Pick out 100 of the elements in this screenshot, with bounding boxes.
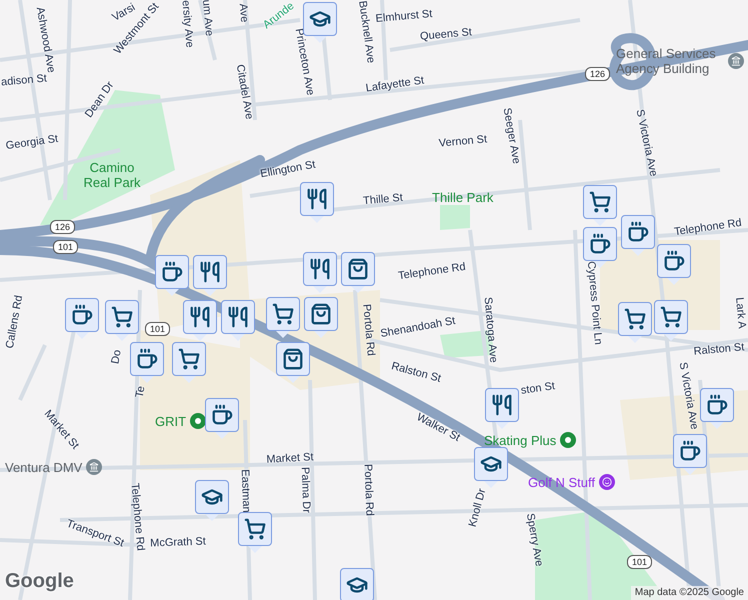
park-area xyxy=(440,205,470,230)
map-marker[interactable] xyxy=(700,388,734,429)
street-label: Ashwood Ave xyxy=(34,6,56,74)
street-label: ersity Ave xyxy=(179,0,195,48)
street-label: ston St xyxy=(520,381,556,397)
map-logo: Google xyxy=(5,569,74,594)
street-label: Do xyxy=(110,349,124,365)
map-marker[interactable] xyxy=(654,300,688,341)
map-marker[interactable] xyxy=(304,297,338,338)
map-marker[interactable] xyxy=(172,342,206,383)
restaurant-icon xyxy=(227,306,249,328)
cafe-icon xyxy=(589,233,611,255)
landmark-icon xyxy=(86,459,102,475)
street-label: Knoll Dr xyxy=(468,488,488,528)
shopping-icon xyxy=(310,303,332,325)
cafe-icon xyxy=(663,250,685,272)
street-label: Elmhurst St xyxy=(375,9,433,25)
street-label: Market St xyxy=(266,452,314,466)
map-marker[interactable] xyxy=(303,252,337,293)
highway-shield: 101 xyxy=(627,555,652,569)
street-label: Ralston St xyxy=(693,342,745,358)
map-marker[interactable] xyxy=(673,434,707,475)
map-marker[interactable] xyxy=(195,480,229,521)
grocery-icon xyxy=(272,303,294,325)
place-pin-icon xyxy=(560,432,576,448)
highway-shield: 126 xyxy=(50,220,76,234)
restaurant-icon xyxy=(189,306,211,328)
street-label: Vernon St xyxy=(438,134,488,150)
map-marker[interactable] xyxy=(621,215,655,256)
place-label[interactable]: Ventura DMV xyxy=(5,460,82,474)
grocery-icon xyxy=(660,306,682,328)
street-label: Citadel Ave xyxy=(234,64,254,120)
cafe-icon xyxy=(679,440,701,462)
place-label[interactable]: GRIT xyxy=(155,414,186,428)
map-marker[interactable] xyxy=(474,447,508,488)
grocery-icon xyxy=(178,348,200,370)
street-label: Thille St xyxy=(362,192,404,208)
cafe-icon xyxy=(211,404,233,426)
street-label: Cypress Point Ln xyxy=(584,260,604,346)
landmark-icon xyxy=(728,53,744,69)
street-label: Telephone Rd xyxy=(128,482,146,552)
street-label: Georgia St xyxy=(5,134,59,152)
map-marker[interactable] xyxy=(221,300,255,341)
cafe-icon xyxy=(71,304,93,326)
street-label: McGrath St xyxy=(150,536,206,550)
restaurant-icon xyxy=(309,258,331,280)
street-label: Ave xyxy=(236,3,250,23)
street-label: S Victoria Ave xyxy=(634,108,658,178)
map-marker[interactable] xyxy=(657,244,691,285)
map-marker[interactable] xyxy=(618,302,652,343)
smile-icon xyxy=(598,474,615,490)
restaurant-icon xyxy=(199,261,221,283)
street-label: S Victoria Ave xyxy=(676,362,700,430)
street-label: Seeger Ave xyxy=(500,107,522,165)
map-marker[interactable] xyxy=(583,185,617,226)
street-label: Te xyxy=(134,385,148,399)
cafe-icon xyxy=(161,261,183,283)
place-label[interactable]: Camino Real Park xyxy=(80,160,144,190)
street-label: Ralston St xyxy=(390,361,442,385)
map-marker[interactable] xyxy=(155,255,189,296)
grocery-icon xyxy=(589,191,611,213)
grocery-icon xyxy=(624,308,646,330)
highway-shield: 101 xyxy=(53,240,78,254)
grocery-icon xyxy=(111,306,133,328)
street-label: Saratoga Ave xyxy=(482,296,498,364)
street-label: Sperry Ave xyxy=(524,512,544,568)
map-marker[interactable] xyxy=(341,252,375,293)
street-label: Portola Rd xyxy=(362,464,374,516)
map-marker[interactable] xyxy=(485,388,519,429)
map-marker[interactable] xyxy=(205,398,239,439)
street-label: Shenandoah St xyxy=(380,316,456,340)
map-marker[interactable] xyxy=(105,300,139,341)
street-label: adison St xyxy=(0,74,48,88)
map-marker[interactable] xyxy=(276,342,310,383)
street-label: Lafayette St xyxy=(365,75,425,95)
map-marker[interactable] xyxy=(193,255,227,296)
street-label: um Ave xyxy=(200,0,214,37)
place-label[interactable]: Thille Park xyxy=(432,190,494,205)
restaurant-icon xyxy=(491,394,513,416)
street-label: Portola Rd xyxy=(360,304,376,356)
shopping-icon xyxy=(282,348,304,370)
restaurant-icon xyxy=(306,188,328,210)
street-label: Lark A xyxy=(733,296,747,330)
street-label: Telephone Rd xyxy=(398,262,466,282)
map-marker[interactable] xyxy=(340,568,374,600)
cafe-icon xyxy=(627,221,649,243)
highway-shield: 101 xyxy=(145,322,170,336)
map-marker[interactable] xyxy=(266,297,300,338)
map-marker[interactable] xyxy=(183,300,217,341)
map-marker[interactable] xyxy=(130,342,164,383)
grocery-icon xyxy=(244,518,266,540)
street-label: Bucknell Ave xyxy=(356,0,376,64)
cafe-icon xyxy=(136,348,158,370)
highway-shield: 126 xyxy=(585,67,610,81)
place-label[interactable]: Skating Plus xyxy=(484,432,556,448)
map-marker[interactable] xyxy=(238,512,272,553)
map-marker[interactable] xyxy=(65,298,99,339)
street-label: Ellington St xyxy=(260,160,316,180)
street-label: Queens St xyxy=(420,27,472,43)
map-marker[interactable] xyxy=(300,182,334,223)
